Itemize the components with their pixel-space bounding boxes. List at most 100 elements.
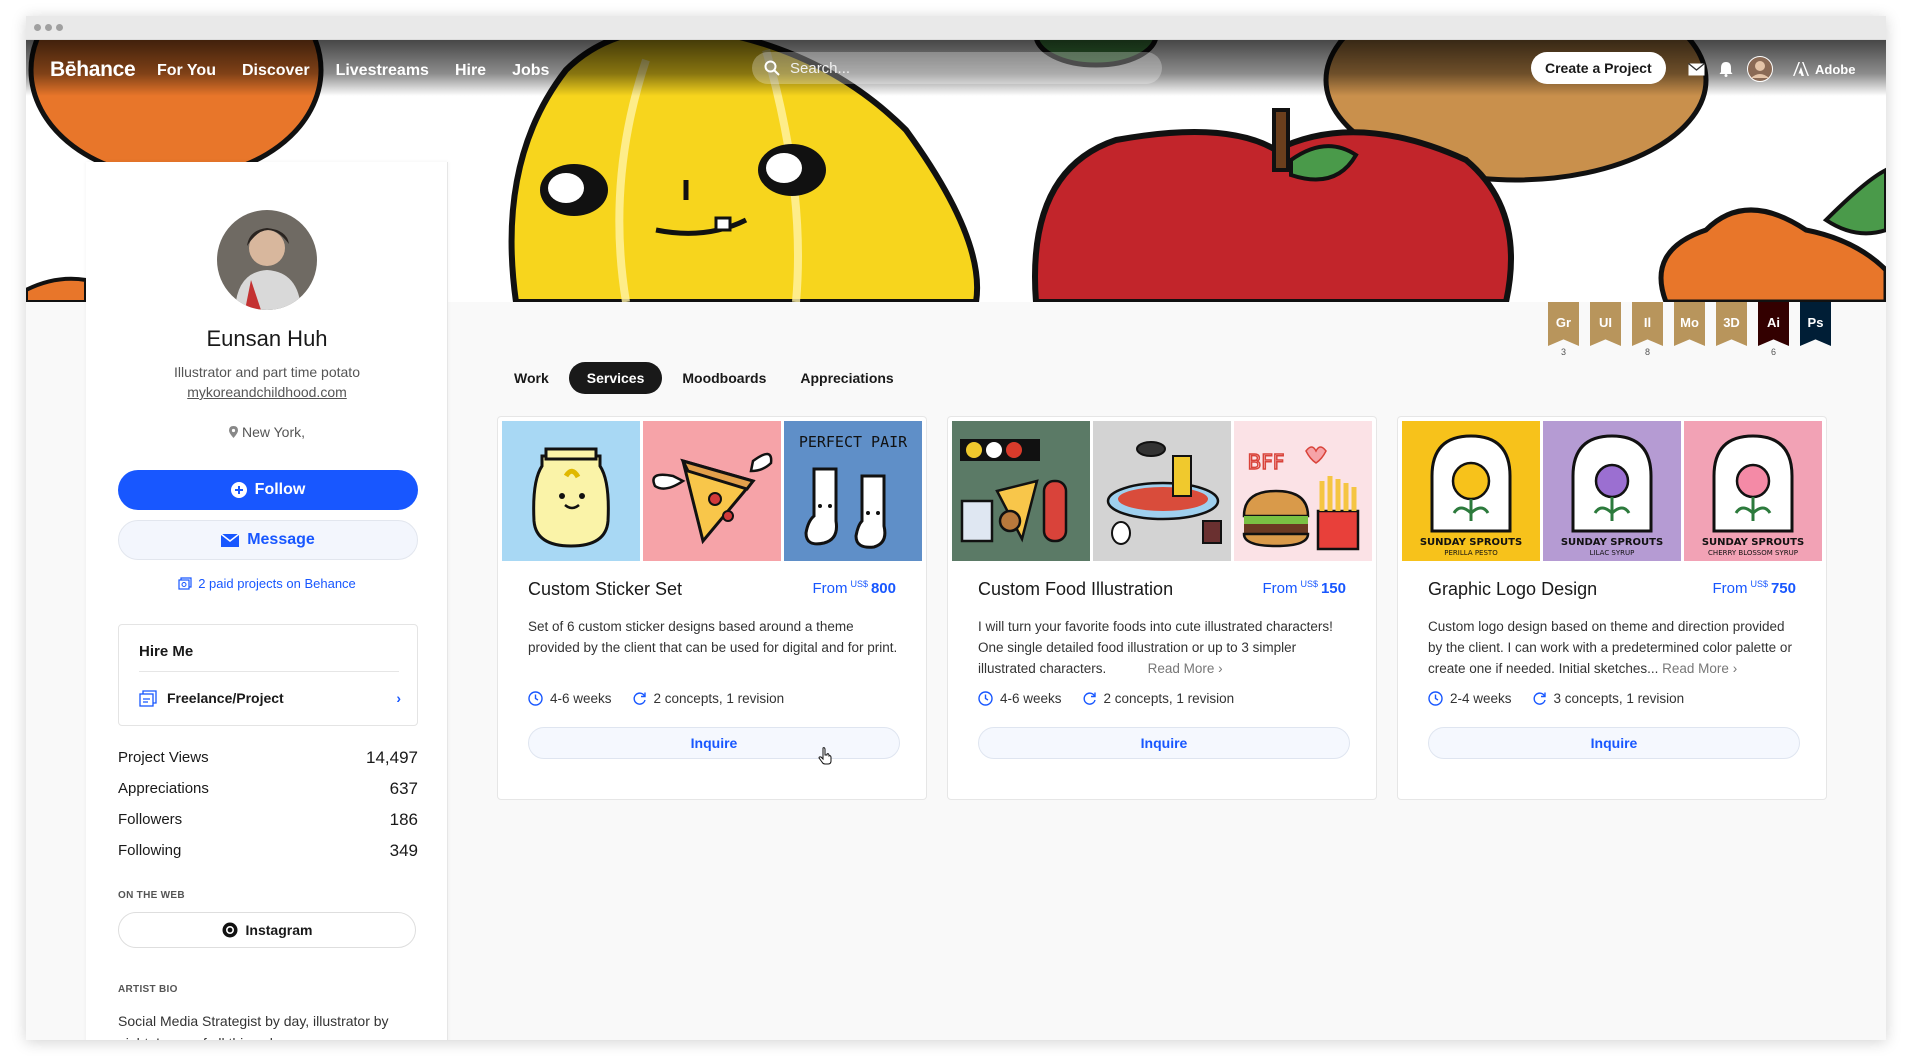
revisions: 2 concepts, 1 revision <box>632 691 784 706</box>
price-prefix: From <box>1712 580 1748 597</box>
revision-refresh-icon <box>633 692 646 705</box>
thumbnail-nyc-food <box>952 421 1090 561</box>
adobe-menu[interactable]: Adobe <box>1793 62 1855 77</box>
revisions: 3 concepts, 1 revision <box>1532 691 1684 706</box>
behance-logo[interactable]: Bēhance <box>50 58 136 82</box>
inquire-button[interactable]: Inquire <box>528 727 900 759</box>
window-controls[interactable] <box>34 24 63 31</box>
stat-row: Project Views 14,497 <box>118 742 418 773</box>
stat-row: Following 349 <box>118 835 418 866</box>
badge-label: UI <box>1590 302 1621 346</box>
nav-links: For You Discover Livestreams Hire Jobs <box>157 62 549 80</box>
stat-value: 349 <box>389 840 418 860</box>
thumb-caption: SUNDAY SPROUTS <box>1702 537 1804 548</box>
plus-circle-icon <box>230 482 247 498</box>
thumb-caption: BFF <box>1248 450 1285 474</box>
price-currency: US$ <box>850 579 868 589</box>
badge-label: 3D <box>1716 302 1747 346</box>
follow-button[interactable]: Follow <box>118 470 418 510</box>
read-more-link[interactable]: Read More <box>1662 661 1729 676</box>
browser-window: Bēhance For You Discover Livestreams Hir… <box>26 16 1886 1040</box>
notification-bell-icon[interactable] <box>1719 61 1733 77</box>
thumbnail-pizza-slice <box>643 421 781 561</box>
duration-text: 2-4 weeks <box>1450 691 1512 706</box>
message-button[interactable]: Message <box>118 520 418 560</box>
thumbnail-perfect-pair-socks: PERFECT PAIR <box>784 421 922 561</box>
pointer-cursor-icon <box>818 747 832 765</box>
profile-sidebar: Eunsan Huh Illustrator and part time pot… <box>86 162 448 1040</box>
badge-label: Il <box>1632 302 1663 346</box>
service-card[interactable]: PERFECT PAIR Custom Sticker Set From US$… <box>497 416 927 800</box>
inquire-button[interactable]: Inquire <box>1428 727 1800 759</box>
duration-text: 4-6 weeks <box>1000 691 1062 706</box>
price-currency: US$ <box>1750 579 1768 589</box>
instagram-link-button[interactable]: Instagram <box>118 912 416 948</box>
profile-website-link[interactable]: mykoreandchildhood.com <box>86 384 448 400</box>
nav-link-for-you[interactable]: For You <box>157 62 216 80</box>
price-prefix: From <box>1262 580 1298 597</box>
search-icon <box>764 60 780 76</box>
revisions-text: 2 concepts, 1 revision <box>1103 691 1235 706</box>
service-card[interactable]: SUNDAY SPROUTS PERILLA PESTO SUNDAY SPROU… <box>1397 416 1827 800</box>
description-text: Set of 6 custom sticker designs based ar… <box>528 619 898 655</box>
service-card[interactable]: BFF Custom Food Illustration From US$ 15… <box>947 416 1377 800</box>
freelance-label: Freelance/Project <box>167 690 284 706</box>
service-meta: 4-6 weeks 2 concepts, 1 revision <box>528 691 784 706</box>
stat-row: Followers 186 <box>118 804 418 835</box>
artist-bio-heading: ARTIST BIO <box>118 984 178 995</box>
skill-badge[interactable]: Ai 6 <box>1758 302 1789 357</box>
nav-link-jobs[interactable]: Jobs <box>512 62 549 80</box>
badge-count <box>1590 347 1621 357</box>
freelance-project-option[interactable]: Freelance/Project › <box>139 683 401 713</box>
profile-tabs: Work Services Moodboards Appreciations <box>500 362 908 394</box>
skill-badge[interactable]: UI <box>1590 302 1621 357</box>
stat-label: Followers <box>118 811 183 828</box>
thumb-caption: SUNDAY SPROUTS <box>1420 537 1522 548</box>
thumb-subcaption: CHERRY BLOSSOM SYRUP <box>1708 549 1798 557</box>
skill-badge[interactable]: Mo <box>1674 302 1705 357</box>
stat-label: Project Views <box>118 749 209 766</box>
chevron-right-icon: › <box>1214 661 1223 676</box>
window-titlebar <box>26 16 1886 40</box>
adobe-logo-icon <box>1793 62 1809 76</box>
inquire-button[interactable]: Inquire <box>978 727 1350 759</box>
user-avatar-icon[interactable] <box>1747 56 1773 82</box>
nav-link-discover[interactable]: Discover <box>242 62 310 80</box>
stat-label: Appreciations <box>118 780 209 797</box>
tab-work[interactable]: Work <box>500 362 563 394</box>
hire-divider <box>139 671 399 672</box>
search-input[interactable] <box>790 59 1120 77</box>
search-bar[interactable] <box>752 52 1162 84</box>
adobe-label: Adobe <box>1815 61 1856 77</box>
badge-label: Ps <box>1800 302 1831 346</box>
nav-link-livestreams[interactable]: Livestreams <box>336 62 429 80</box>
clock-icon <box>978 691 993 706</box>
thumbnail-bff-burger-fries: BFF <box>1234 421 1372 561</box>
follow-label: Follow <box>254 481 306 498</box>
service-title: Custom Sticker Set <box>528 579 683 599</box>
description-text: Custom logo design based on theme and di… <box>1428 619 1792 676</box>
duration-text: 4-6 weeks <box>550 691 612 706</box>
tab-services[interactable]: Services <box>568 362 663 394</box>
create-project-button[interactable]: Create a Project <box>1531 52 1666 84</box>
skill-badge[interactable]: Ps <box>1800 302 1831 357</box>
on-the-web-heading: ON THE WEB <box>118 890 185 901</box>
badge-label: Mo <box>1674 302 1705 346</box>
thumbnail-soup-bowl <box>1093 421 1231 561</box>
stat-label: Following <box>118 842 182 859</box>
freelance-icon <box>139 689 157 707</box>
skill-badge[interactable]: Gr 3 <box>1548 302 1579 357</box>
mail-icon[interactable] <box>1688 62 1705 76</box>
nav-link-hire[interactable]: Hire <box>455 62 486 80</box>
tab-moodboards[interactable]: Moodboards <box>668 362 780 394</box>
skill-badge[interactable]: Il 8 <box>1632 302 1663 357</box>
tab-appreciations[interactable]: Appreciations <box>786 362 907 394</box>
stat-value: 14,497 <box>366 747 418 767</box>
profile-stats: Project Views 14,497 Appreciations 637 Fol… <box>118 742 418 866</box>
skill-badge[interactable]: 3D <box>1716 302 1747 357</box>
paid-projects-link[interactable]: 2 paid projects on Behance <box>86 576 448 591</box>
read-more-link[interactable]: Read More <box>1148 661 1215 676</box>
chevron-right-icon: › <box>1728 661 1738 676</box>
paid-projects-icon <box>178 577 192 590</box>
duration: 2-4 weeks <box>1428 691 1512 706</box>
